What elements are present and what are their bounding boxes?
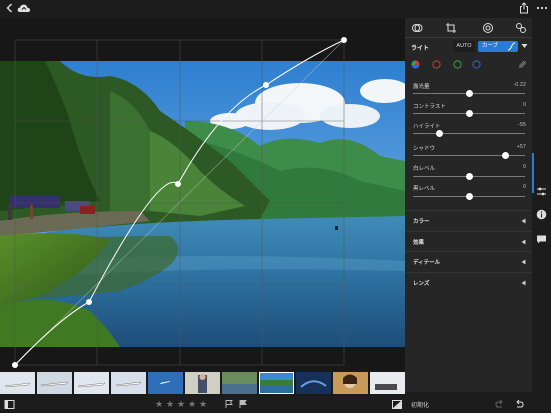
panel-tabs bbox=[405, 18, 532, 38]
slider-value: -55 bbox=[518, 122, 526, 128]
section-arrow-icon bbox=[521, 259, 526, 265]
section-effects[interactable]: 効果 bbox=[405, 231, 532, 251]
presets-icon[interactable] bbox=[411, 22, 423, 34]
slider-track[interactable] bbox=[413, 110, 525, 117]
slider-value: 0 bbox=[522, 184, 526, 190]
slider-label: 露光量 bbox=[413, 84, 430, 90]
slider-label: ハイライト bbox=[413, 124, 441, 130]
edit-sliders-icon[interactable] bbox=[536, 186, 547, 197]
rgb-channel-icon[interactable] bbox=[411, 60, 420, 69]
filmstrip-thumb[interactable] bbox=[111, 372, 146, 394]
light-collapse-icon[interactable] bbox=[521, 43, 528, 49]
slider-track[interactable] bbox=[413, 130, 525, 137]
curve-button[interactable]: カーブ bbox=[478, 41, 518, 52]
section-label: 効果 bbox=[413, 240, 425, 246]
filmstrip-thumb[interactable] bbox=[0, 372, 35, 394]
redo-icon[interactable] bbox=[495, 399, 505, 409]
filmstrip-thumb[interactable] bbox=[370, 372, 405, 394]
slider-knob[interactable] bbox=[465, 90, 473, 97]
section-color[interactable]: カラー bbox=[405, 210, 532, 230]
section-label: ディテール bbox=[413, 260, 441, 266]
star-rating: ★ ★ ★ ★ ★ bbox=[155, 399, 210, 409]
active-indicator bbox=[532, 153, 534, 193]
filmstrip-thumb-selected[interactable] bbox=[259, 372, 294, 394]
section-arrow-icon bbox=[521, 218, 526, 224]
star-5[interactable]: ★ bbox=[199, 399, 209, 409]
curve-button-label: カーブ bbox=[482, 43, 499, 49]
slider-value: 0 bbox=[522, 164, 526, 170]
section-label: レンズ bbox=[413, 281, 430, 287]
slider-label: シャドウ bbox=[413, 146, 436, 152]
bottom-bar: ★ ★ ★ ★ ★ 初期化 bbox=[0, 396, 551, 413]
pick-flag-icon[interactable] bbox=[224, 399, 234, 409]
panel-toggle-icon[interactable] bbox=[4, 399, 15, 410]
before-after-icon[interactable] bbox=[392, 400, 402, 409]
right-rail bbox=[532, 18, 551, 392]
top-bar bbox=[0, 0, 551, 18]
tone-curve-overlay[interactable] bbox=[0, 18, 405, 370]
filmstrip-thumb[interactable] bbox=[296, 372, 331, 394]
back-chevron-icon[interactable] bbox=[4, 2, 16, 14]
more-icon[interactable] bbox=[536, 2, 548, 14]
curve-point-highlights[interactable] bbox=[263, 82, 269, 88]
blue-channel-icon[interactable] bbox=[472, 60, 481, 69]
curve-reset-icon[interactable] bbox=[518, 60, 527, 69]
info-icon[interactable] bbox=[536, 209, 547, 220]
red-channel-icon[interactable] bbox=[432, 60, 441, 69]
reject-flag-icon[interactable] bbox=[238, 399, 248, 409]
slider-knob[interactable] bbox=[436, 130, 444, 137]
section-lens[interactable]: レンズ bbox=[405, 272, 532, 292]
slider-track[interactable] bbox=[413, 152, 525, 159]
slider-label: コントラスト bbox=[413, 104, 446, 110]
curve-point-mid[interactable] bbox=[175, 181, 181, 187]
section-arrow-icon bbox=[521, 239, 526, 245]
curve-icon bbox=[507, 42, 516, 51]
section-detail[interactable]: ディテール bbox=[405, 251, 532, 271]
slider-value: +57 bbox=[516, 144, 526, 150]
filmstrip-thumb[interactable] bbox=[185, 372, 220, 394]
comment-icon[interactable] bbox=[536, 234, 547, 245]
star-4[interactable]: ★ bbox=[188, 399, 198, 409]
crop-icon[interactable] bbox=[445, 22, 457, 34]
curve-channels bbox=[411, 60, 529, 70]
undo-icon[interactable] bbox=[514, 399, 524, 409]
filmstrip-thumb[interactable] bbox=[148, 372, 183, 394]
healing-icon[interactable] bbox=[482, 22, 494, 34]
selective-icon[interactable] bbox=[515, 22, 527, 34]
slider-label: 黒レベル bbox=[413, 186, 436, 192]
curve-point-shadows[interactable] bbox=[86, 299, 92, 305]
reset-button[interactable]: 初期化 bbox=[411, 400, 429, 409]
curve-point-black[interactable] bbox=[12, 362, 18, 368]
slider-knob[interactable] bbox=[502, 152, 510, 159]
slider-track[interactable] bbox=[413, 193, 525, 200]
slider-value: -0.22 bbox=[513, 82, 526, 88]
section-label: カラー bbox=[413, 219, 430, 225]
slider-value: 0 bbox=[522, 102, 526, 108]
filmstrip-thumb[interactable] bbox=[37, 372, 72, 394]
curve-point-white[interactable] bbox=[341, 37, 347, 43]
filmstrip bbox=[0, 370, 405, 396]
section-arrow-icon bbox=[521, 280, 526, 286]
share-icon[interactable] bbox=[518, 2, 530, 14]
photo-canvas[interactable] bbox=[0, 18, 405, 370]
filmstrip-thumb[interactable] bbox=[222, 372, 257, 394]
slider-track[interactable] bbox=[413, 173, 525, 180]
slider-label: 白レベル bbox=[413, 166, 436, 172]
star-3[interactable]: ★ bbox=[177, 399, 187, 409]
star-2[interactable]: ★ bbox=[166, 399, 176, 409]
star-1[interactable]: ★ bbox=[155, 399, 165, 409]
auto-button[interactable]: AUTO bbox=[453, 41, 475, 52]
light-heading: ライト bbox=[411, 46, 430, 52]
edit-panel: ライト AUTO カーブ 露光量 -0.22 コントラスト 0 ハイライト -5… bbox=[405, 18, 532, 392]
green-channel-icon[interactable] bbox=[453, 60, 462, 69]
slider-knob[interactable] bbox=[465, 110, 473, 117]
cloud-sync-icon[interactable] bbox=[17, 3, 31, 14]
filmstrip-thumb[interactable] bbox=[333, 372, 368, 394]
slider-track[interactable] bbox=[413, 90, 525, 97]
slider-knob[interactable] bbox=[465, 193, 473, 200]
filmstrip-thumb[interactable] bbox=[74, 372, 109, 394]
slider-knob[interactable] bbox=[465, 173, 473, 180]
